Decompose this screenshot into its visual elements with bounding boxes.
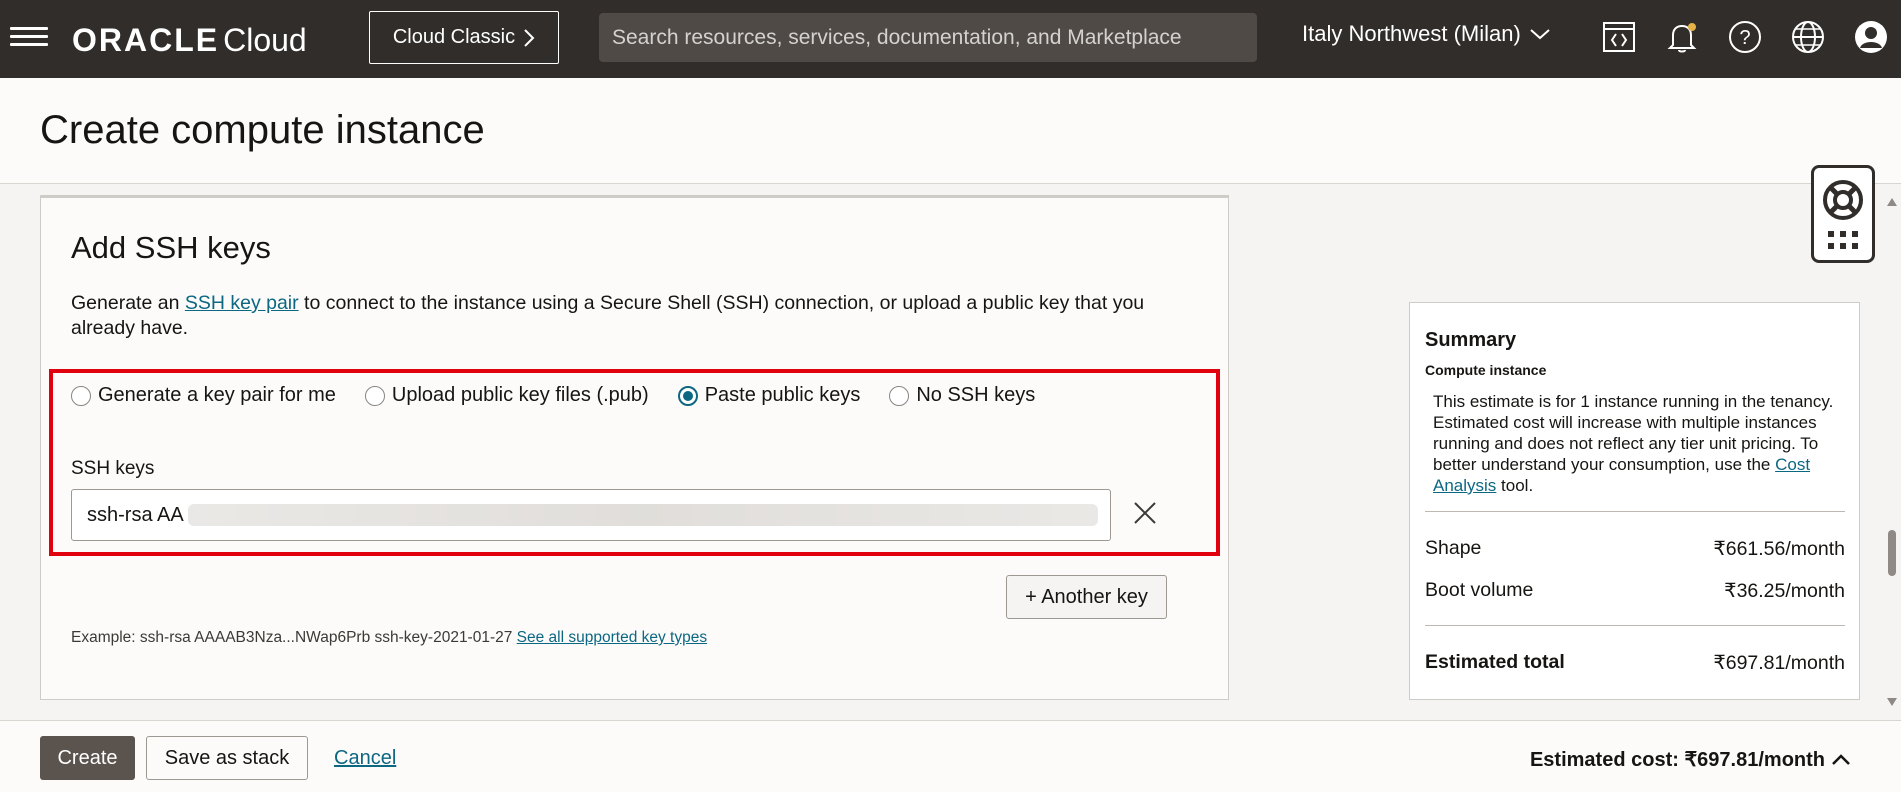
row-value: ₹661.56/month — [1713, 538, 1845, 560]
radio-label: Upload public key files (.pub) — [391, 384, 649, 406]
region-label: Italy Northwest (Milan) — [1302, 21, 1521, 46]
svg-text:?: ? — [1739, 27, 1750, 49]
chevron-right-icon — [524, 28, 535, 47]
scroll-down-arrow-icon[interactable] — [1887, 698, 1897, 706]
logo-sub: Cloud — [223, 22, 307, 58]
row-value: ₹36.25/month — [1724, 580, 1845, 602]
help-widget[interactable] — [1811, 165, 1875, 263]
ssh-keys-input[interactable]: ssh-rsa AA — [71, 489, 1111, 541]
notifications-bell-icon[interactable] — [1662, 17, 1702, 57]
note-suffix: tool. — [1496, 476, 1534, 495]
hamburger-menu-icon[interactable] — [10, 22, 48, 52]
example-text: Example: ssh-rsa AAAAB3Nza...NWap6Prb ss… — [71, 629, 517, 646]
summary-divider — [1425, 625, 1845, 626]
oracle-cloud-logo[interactable]: ORACLE Cloud — [72, 22, 307, 59]
search-placeholder: Search resources, services, documentatio… — [612, 25, 1182, 49]
total-label: Estimated total — [1425, 651, 1565, 673]
summary-row-boot-volume: Boot volume ₹36.25/month — [1425, 579, 1845, 603]
ssh-keys-section: Add SSH keys Generate an SSH key pair to… — [40, 195, 1229, 700]
estimated-cost-toggle[interactable]: Estimated cost: ₹697.81/month — [1530, 747, 1851, 772]
region-selector[interactable]: Italy Northwest (Milan) — [1302, 21, 1551, 47]
ssh-key-pair-link[interactable]: SSH key pair — [185, 292, 299, 314]
radio-circle[interactable] — [364, 385, 385, 406]
clear-key-icon[interactable] — [1130, 498, 1160, 528]
radio-circle-selected[interactable] — [677, 385, 698, 406]
add-another-key-button[interactable]: + Another key — [1006, 575, 1167, 619]
summary-title: Summary — [1425, 329, 1517, 351]
radio-no-ssh-keys[interactable]: No SSH keys — [889, 384, 1035, 407]
developer-tools-icon[interactable] — [1599, 17, 1639, 57]
chevron-up-icon — [1832, 753, 1850, 765]
ssh-keys-label: SSH keys — [71, 458, 155, 479]
top-navigation-bar: ORACLE Cloud Cloud Classic Search resourc… — [0, 0, 1901, 78]
desc-prefix: Generate an — [71, 292, 185, 314]
cloud-classic-label: Cloud Classic — [392, 26, 516, 48]
scrollbar-thumb[interactable] — [1888, 530, 1896, 576]
summary-row-shape: Shape ₹661.56/month — [1425, 537, 1845, 561]
save-as-stack-button[interactable]: Save as stack — [146, 736, 308, 780]
scroll-up-arrow-icon[interactable] — [1887, 198, 1897, 206]
radio-label: Paste public keys — [704, 384, 861, 406]
action-footer: Create Save as stack Cancel Estimated co… — [0, 720, 1901, 792]
logo-brand: ORACLE — [72, 22, 220, 58]
example-hint: Example: ssh-rsa AAAAB3Nza...NWap6Prb ss… — [71, 629, 707, 647]
total-value: ₹697.81/month — [1713, 652, 1845, 674]
help-icon[interactable]: ? — [1725, 17, 1765, 57]
row-label: Shape — [1425, 537, 1482, 559]
redacted-key-blur — [187, 504, 1098, 526]
ssh-option-radio-group: Generate a key pair for me Upload public… — [71, 384, 1064, 407]
cancel-link[interactable]: Cancel — [334, 747, 396, 770]
page-scrollbar[interactable] — [1882, 186, 1901, 712]
radio-label: Generate a key pair for me — [98, 384, 336, 406]
lifebuoy-icon[interactable] — [1821, 178, 1865, 222]
estimated-cost-label: Estimated cost: ₹697.81/month — [1529, 749, 1825, 771]
chevron-down-icon — [1530, 29, 1550, 40]
create-button[interactable]: Create — [40, 736, 135, 780]
cost-summary-panel: Summary Compute instance This estimate i… — [1409, 302, 1860, 700]
section-title: Add SSH keys — [71, 230, 271, 265]
apps-grid-icon[interactable] — [1826, 229, 1860, 251]
radio-circle[interactable] — [71, 385, 91, 406]
summary-total: Estimated total ₹697.81/month — [1425, 651, 1845, 675]
note-prefix: This estimate is for 1 instance running … — [1433, 392, 1834, 474]
supported-key-types-link[interactable]: See all supported key types — [517, 629, 707, 646]
language-globe-icon[interactable] — [1788, 17, 1828, 57]
summary-divider — [1425, 511, 1845, 512]
summary-note: This estimate is for 1 instance running … — [1433, 391, 1848, 496]
radio-upload-public-key[interactable]: Upload public key files (.pub) — [364, 384, 649, 407]
summary-subtitle: Compute instance — [1425, 362, 1547, 378]
row-label: Boot volume — [1425, 579, 1534, 601]
page-title-bar: Create compute instance — [0, 78, 1901, 184]
radio-paste-public-keys[interactable]: Paste public keys — [677, 384, 861, 407]
search-input[interactable]: Search resources, services, documentatio… — [599, 13, 1257, 62]
radio-circle[interactable] — [889, 385, 910, 406]
page-title: Create compute instance — [40, 108, 485, 152]
radio-generate-key-pair[interactable]: Generate a key pair for me — [71, 384, 336, 407]
section-description: Generate an SSH key pair to connect to t… — [71, 291, 1201, 341]
ssh-keys-value: ssh-rsa AA — [87, 503, 184, 526]
cloud-classic-button[interactable]: Cloud Classic — [369, 11, 559, 64]
radio-label: No SSH keys — [916, 384, 1036, 406]
user-profile-icon[interactable] — [1851, 17, 1891, 57]
